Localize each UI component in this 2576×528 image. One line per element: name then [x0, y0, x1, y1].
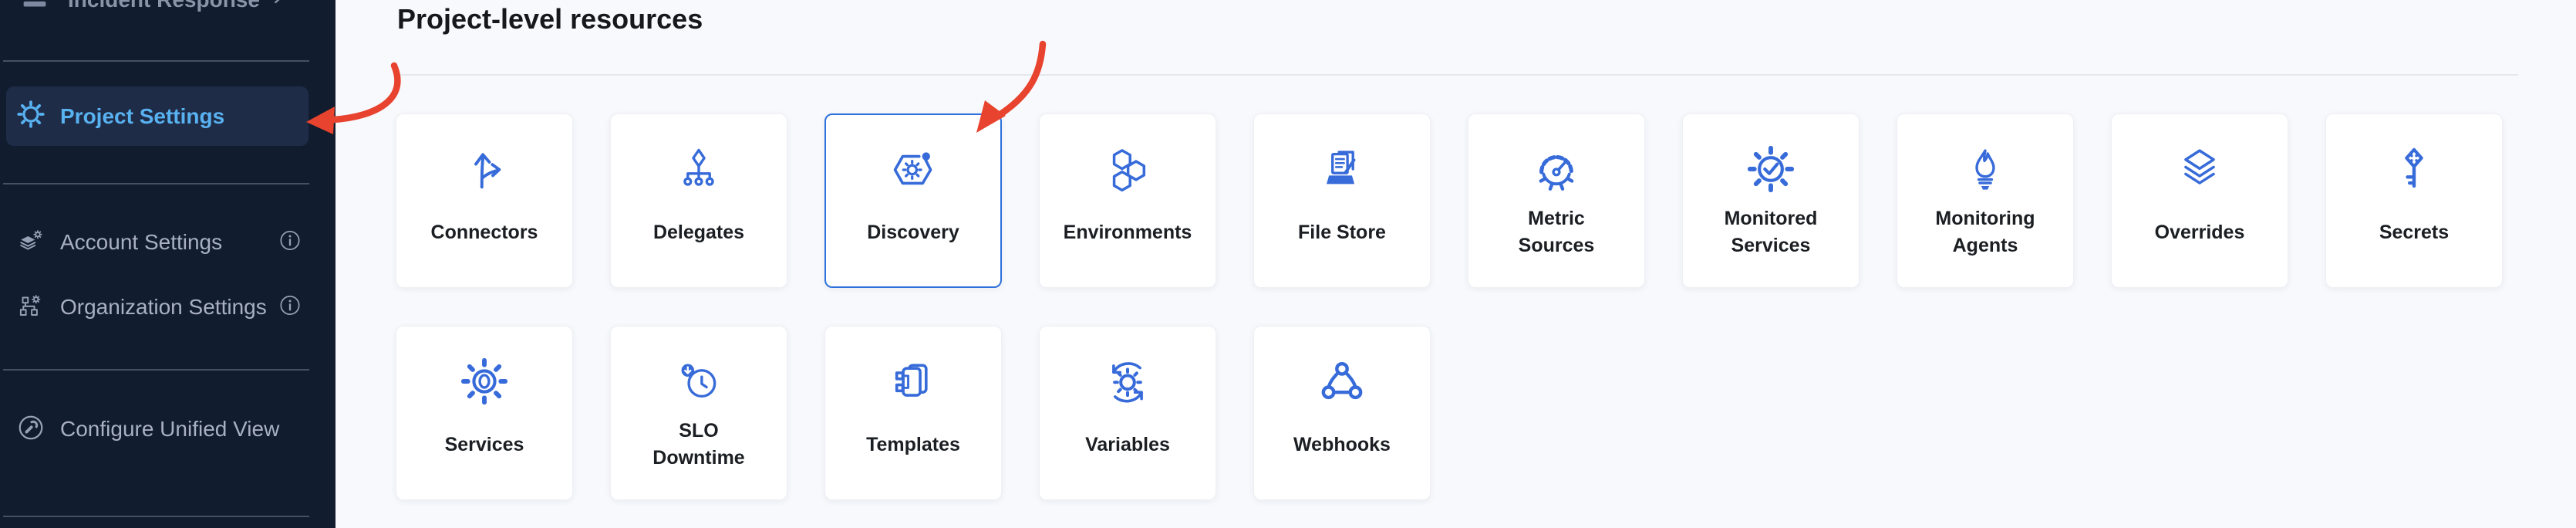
services-icon — [460, 356, 508, 407]
card-label: Overrides — [2155, 219, 2245, 246]
card-label: Discovery — [867, 219, 959, 246]
card-secrets[interactable]: Secrets — [2325, 113, 2503, 288]
sidebar-item-project-settings[interactable]: Project Settings — [6, 86, 309, 146]
card-metric-sources[interactable]: Metric Sources — [1468, 113, 1645, 288]
delegates-icon — [675, 144, 723, 195]
card-discovery[interactable]: Discovery — [824, 113, 1002, 288]
card-templates[interactable]: Templates — [824, 326, 1002, 500]
card-label: Environments — [1064, 219, 1192, 246]
card-label: Delegates — [653, 219, 744, 246]
metric-sources-icon — [1532, 144, 1580, 195]
wrench-circle-icon — [17, 414, 45, 445]
variables-icon — [1104, 356, 1151, 407]
card-label: Connectors — [431, 219, 538, 246]
resource-cards-row-1: Connectors Delegates — [396, 113, 2503, 288]
sidebar-item-label: Project Settings — [60, 104, 224, 129]
connectors-icon — [460, 144, 508, 195]
card-label: File Store — [1298, 219, 1386, 246]
card-label: Metric Sources — [1519, 205, 1595, 259]
resource-cards-row-2: Services SLO Downtime — [396, 326, 1431, 500]
card-label: Webhooks — [1293, 432, 1391, 459]
card-monitoring-agents[interactable]: Monitoring Agents — [1897, 113, 2074, 288]
monitored-services-icon — [1747, 144, 1795, 195]
sidebar-divider — [3, 516, 309, 517]
sidebar-item-account-settings[interactable]: Account Settings — [0, 218, 335, 267]
card-variables[interactable]: Variables — [1039, 326, 1216, 500]
card-environments[interactable]: Environments — [1039, 113, 1216, 288]
templates-icon — [889, 356, 937, 407]
card-label: Monitoring Agents — [1935, 205, 2035, 259]
card-slo-downtime[interactable]: SLO Downtime — [610, 326, 787, 500]
card-services[interactable]: Services — [396, 326, 573, 500]
sidebar-divider — [3, 369, 309, 371]
card-label: SLO Downtime — [652, 418, 744, 472]
discovery-icon — [889, 144, 937, 195]
org-chart-gear-icon — [17, 292, 45, 323]
card-overrides[interactable]: Overrides — [2111, 113, 2288, 288]
main-content: Project-level resources Connectors — [335, 0, 2576, 528]
slo-downtime-icon — [675, 356, 723, 407]
page-title: Project-level resources — [397, 0, 703, 39]
card-label: Variables — [1085, 432, 1170, 459]
sidebar-item-label: Configure Unified View — [60, 417, 279, 442]
sidebar: Incident Response Project Settings — [0, 0, 335, 528]
environments-icon — [1104, 144, 1151, 195]
sidebar-item-configure-unified-view[interactable]: Configure Unified View — [0, 404, 335, 454]
sidebar-item-incident-response[interactable]: Incident Response — [0, 0, 335, 25]
card-delegates[interactable]: Delegates — [610, 113, 787, 288]
card-label: Templates — [866, 432, 960, 459]
info-icon[interactable] — [279, 230, 301, 256]
chevron-right-icon[interactable] — [269, 0, 286, 11]
sidebar-item-label: Organization Settings — [60, 295, 267, 320]
sidebar-divider — [3, 60, 309, 62]
card-webhooks[interactable]: Webhooks — [1253, 326, 1431, 500]
card-label: Monitored Services — [1725, 205, 1818, 259]
secrets-icon — [2390, 144, 2438, 195]
card-label: Secrets — [2379, 219, 2449, 246]
section-divider — [396, 74, 2518, 76]
card-monitored-services[interactable]: Monitored Services — [1682, 113, 1860, 288]
sidebar-item-label: Incident Response — [68, 0, 260, 12]
file-store-icon — [1318, 144, 1366, 195]
info-icon[interactable] — [279, 295, 301, 320]
card-label: Services — [445, 432, 524, 459]
gear-icon — [17, 100, 45, 132]
card-file-store[interactable]: File Store — [1253, 113, 1431, 288]
webhooks-icon — [1318, 356, 1366, 407]
account-layers-gear-icon — [17, 227, 45, 259]
sidebar-item-organization-settings[interactable]: Organization Settings — [0, 283, 335, 332]
overrides-icon — [2176, 144, 2224, 195]
card-connectors[interactable]: Connectors — [396, 113, 573, 288]
siren-icon — [17, 0, 52, 20]
sidebar-divider — [3, 183, 309, 184]
sidebar-item-label: Account Settings — [60, 230, 222, 255]
monitoring-agents-icon — [1961, 144, 2009, 195]
